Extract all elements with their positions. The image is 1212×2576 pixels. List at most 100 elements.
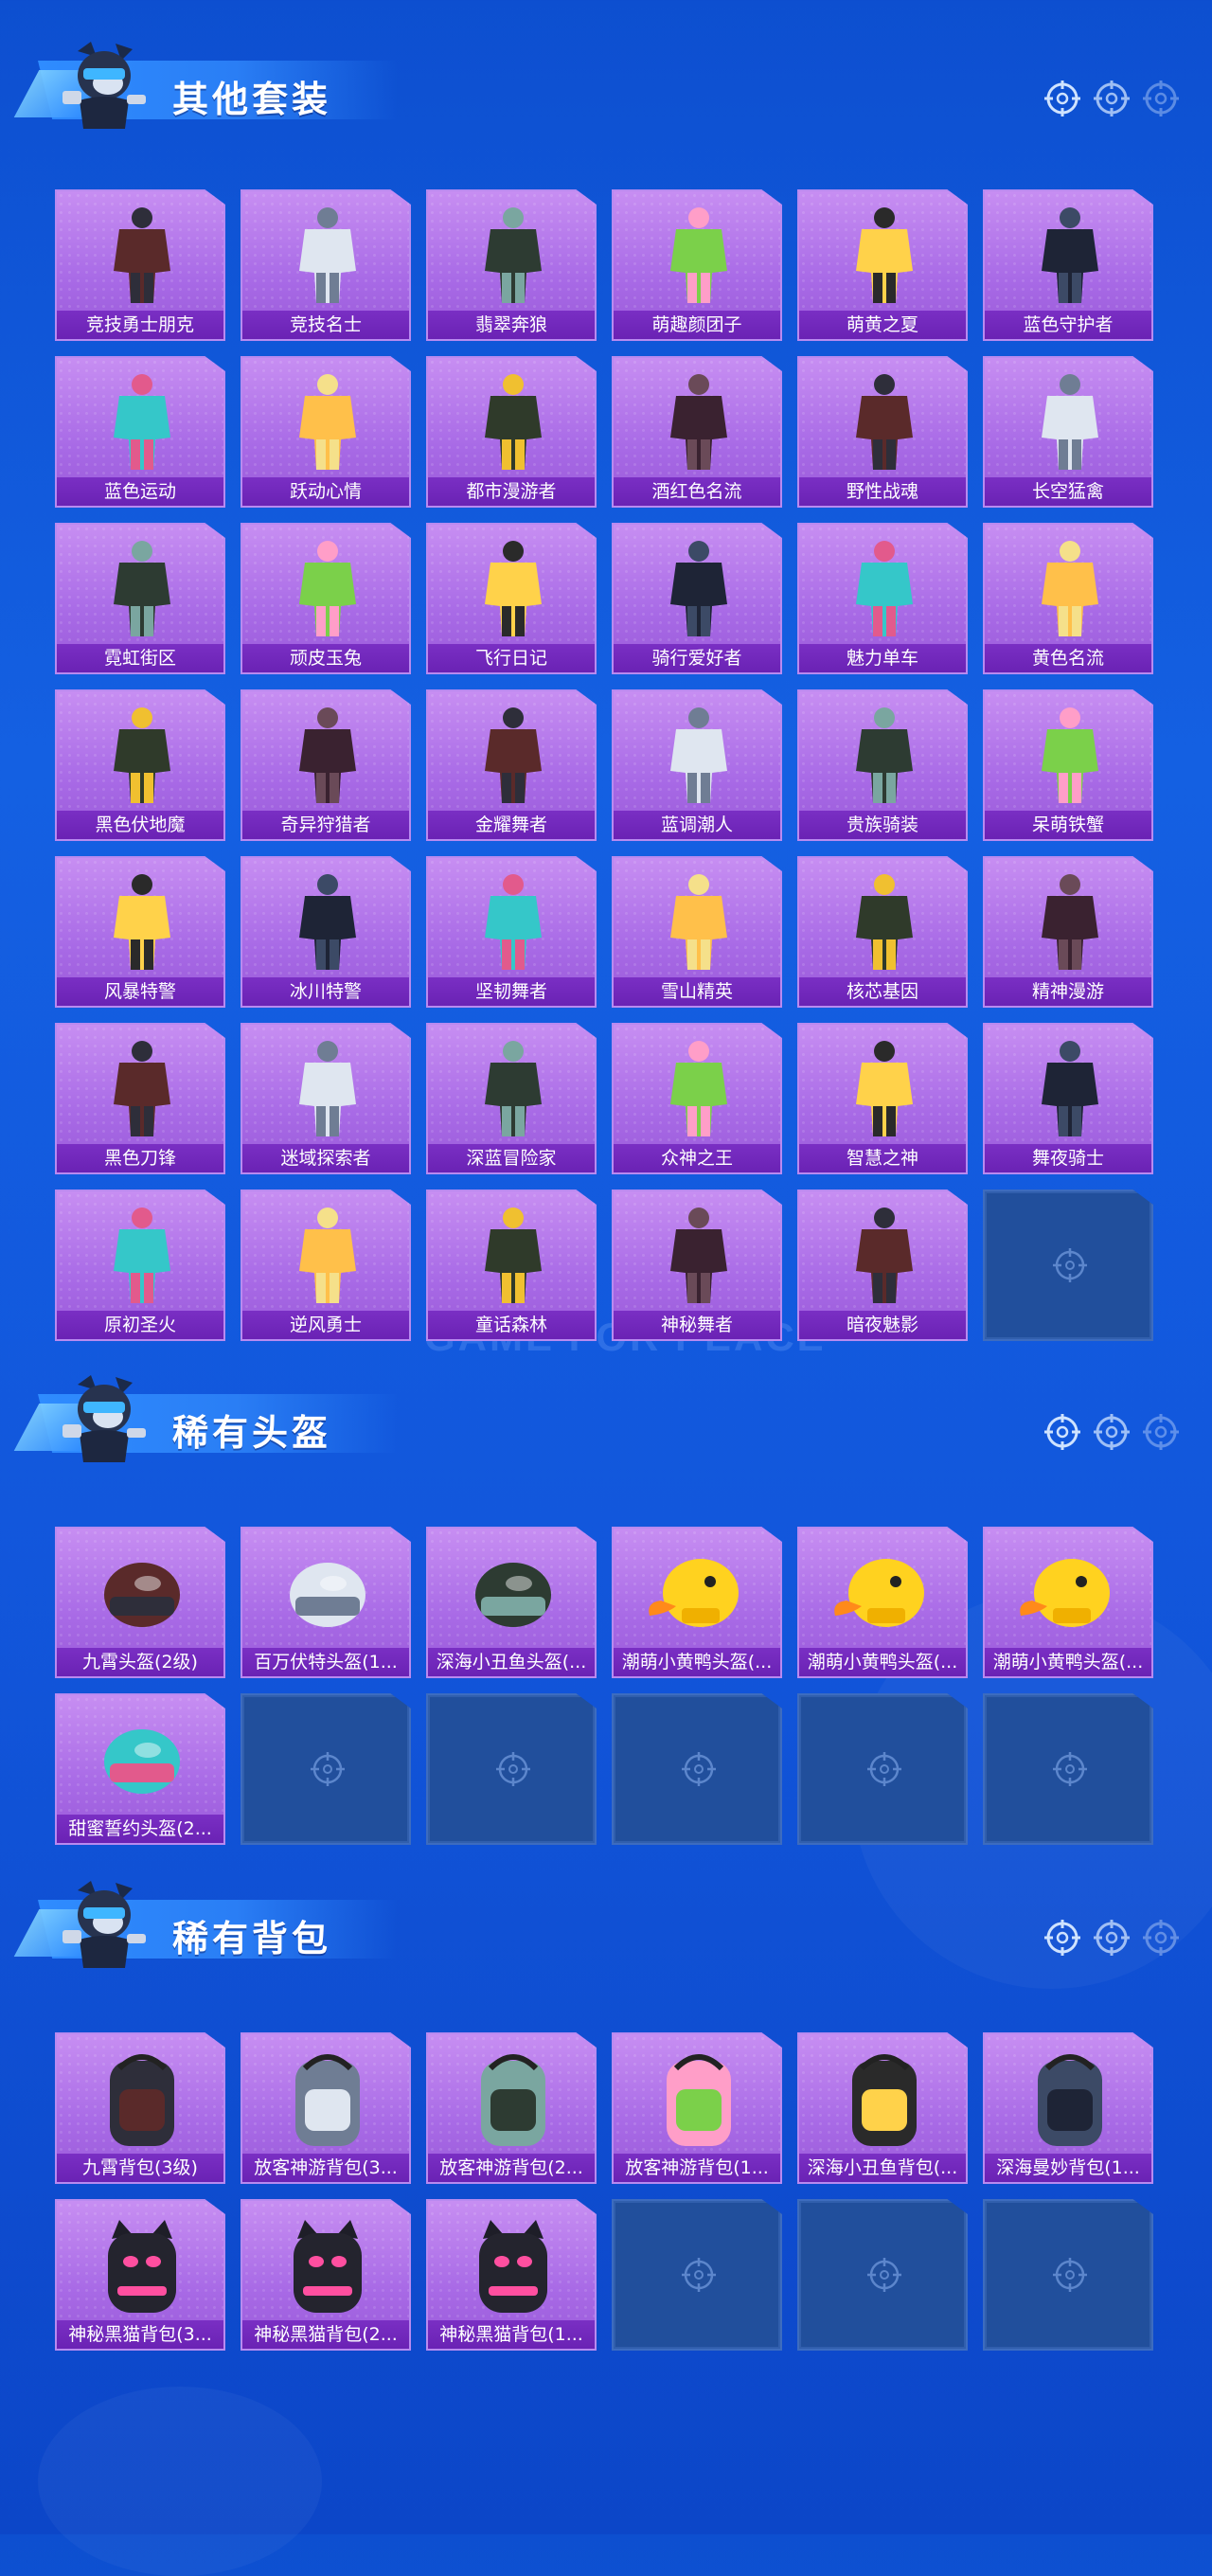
item-card[interactable]: 霓虹街区	[55, 523, 225, 674]
item-card[interactable]: 潮萌小黄鸭头盔(...	[983, 1527, 1153, 1678]
item-card[interactable]: 深蓝冒险家	[426, 1023, 597, 1174]
outfit-icon	[114, 374, 170, 470]
item-card[interactable]: 神秘舞者	[612, 1190, 782, 1341]
item-card[interactable]: 呆萌铁蟹	[983, 689, 1153, 841]
empty-slot	[983, 2199, 1153, 2351]
outfit-icon	[670, 707, 727, 803]
item-card[interactable]: 童话森林	[426, 1190, 597, 1341]
crosshair-icon	[1142, 80, 1180, 117]
section-header: 稀有头盔	[0, 1368, 1212, 1472]
crosshair-icon	[682, 2258, 716, 2292]
outfit-icon	[299, 541, 356, 636]
item-label: 神秘黑猫背包(3...	[57, 2320, 223, 2349]
item-card[interactable]: 甜蜜誓约头盔(2...	[55, 1693, 225, 1845]
item-card[interactable]: 深海小丑鱼头盔(...	[426, 1527, 597, 1678]
item-card[interactable]: 原初圣火	[55, 1190, 225, 1341]
section-other-outfits: 其他套装 竞技勇士朋克 竞技名士 翡翠奔狼 萌趣颜团子 萌黄之夏 蓝色守护者 蓝色运动 跃动心…	[0, 34, 1212, 1341]
item-label: 风暴特警	[57, 977, 223, 1006]
item-card[interactable]: 雪山精英	[612, 856, 782, 1008]
section-title: 稀有头盔	[172, 1412, 332, 1454]
item-card[interactable]: 萌趣颜团子	[612, 189, 782, 341]
item-label: 放客神游背包(3...	[242, 2154, 409, 2182]
item-card[interactable]: 坚韧舞者	[426, 856, 597, 1008]
item-card[interactable]: 逆风勇士	[241, 1190, 411, 1341]
item-card[interactable]: 顽皮玉兔	[241, 523, 411, 674]
outfit-icon	[856, 1041, 913, 1136]
item-card[interactable]: 潮萌小黄鸭头盔(...	[797, 1527, 968, 1678]
outfit-icon	[299, 207, 356, 303]
item-card[interactable]: 蓝色守护者	[983, 189, 1153, 341]
outfit-icon	[856, 207, 913, 303]
item-card[interactable]: 舞夜骑士	[983, 1023, 1153, 1174]
item-card[interactable]: 蓝调潮人	[612, 689, 782, 841]
duck-helmet-icon	[1020, 1559, 1110, 1627]
item-card[interactable]: 深海小丑鱼背包(...	[797, 2032, 968, 2184]
backpack-icon	[110, 2054, 174, 2146]
item-card[interactable]: 众神之王	[612, 1023, 782, 1174]
item-label: 神秘黑猫背包(1...	[428, 2320, 595, 2349]
item-label: 飞行日记	[428, 644, 595, 672]
empty-slot	[612, 1693, 782, 1845]
item-label: 翡翠奔狼	[428, 311, 595, 339]
item-label: 贵族骑装	[799, 811, 966, 839]
item-card[interactable]: 跃动心情	[241, 356, 411, 508]
crosshair-icon	[1053, 1248, 1087, 1282]
item-card[interactable]: 迷域探索者	[241, 1023, 411, 1174]
item-card[interactable]: 酒红色名流	[612, 356, 782, 508]
item-card[interactable]: 精神漫游	[983, 856, 1153, 1008]
item-card[interactable]: 长空猛禽	[983, 356, 1153, 508]
backpack-icon	[481, 2054, 545, 2146]
item-card[interactable]: 放客神游背包(3...	[241, 2032, 411, 2184]
item-card[interactable]: 黑色伏地魔	[55, 689, 225, 841]
item-card[interactable]: 竞技名士	[241, 189, 411, 341]
item-card[interactable]: 神秘黑猫背包(1...	[426, 2199, 597, 2351]
helmet-icon	[104, 1563, 180, 1627]
item-card[interactable]: 百万伏特头盔(1...	[241, 1527, 411, 1678]
helmet-icon	[475, 1563, 551, 1627]
item-card[interactable]: 黄色名流	[983, 523, 1153, 674]
item-card[interactable]: 都市漫游者	[426, 356, 597, 508]
item-card[interactable]: 深海曼妙背包(1...	[983, 2032, 1153, 2184]
item-card[interactable]: 潮萌小黄鸭头盔(...	[612, 1527, 782, 1678]
item-label: 萌趣颜团子	[614, 311, 780, 339]
item-card[interactable]: 黑色刀锋	[55, 1023, 225, 1174]
item-label: 雪山精英	[614, 977, 780, 1006]
item-card[interactable]: 神秘黑猫背包(3...	[55, 2199, 225, 2351]
crosshair-icon	[1043, 80, 1081, 117]
item-card[interactable]: 飞行日记	[426, 523, 597, 674]
crosshair-icon	[1053, 2258, 1087, 2292]
empty-slot	[983, 1693, 1153, 1845]
item-card[interactable]: 放客神游背包(1...	[612, 2032, 782, 2184]
duck-helmet-icon	[834, 1559, 924, 1627]
item-card[interactable]: 魅力单车	[797, 523, 968, 674]
item-card[interactable]: 蓝色运动	[55, 356, 225, 508]
section-rare-backpacks: 稀有背包 九霄背包(3级) 放客神游背包(3... 放客神游背包(2... 放客神游背…	[0, 1873, 1212, 2351]
backpack-icon	[667, 2054, 731, 2146]
item-card[interactable]: 萌黄之夏	[797, 189, 968, 341]
item-card[interactable]: 风暴特警	[55, 856, 225, 1008]
item-label: 冰川特警	[242, 977, 409, 1006]
item-card[interactable]: 骑行爱好者	[612, 523, 782, 674]
item-card[interactable]: 神秘黑猫背包(2...	[241, 2199, 411, 2351]
item-card[interactable]: 野性战魂	[797, 356, 968, 508]
outfit-icon	[485, 541, 542, 636]
item-card[interactable]: 智慧之神	[797, 1023, 968, 1174]
item-card[interactable]: 奇异狩猎者	[241, 689, 411, 841]
item-label: 逆风勇士	[242, 1311, 409, 1339]
item-card[interactable]: 九霄背包(3级)	[55, 2032, 225, 2184]
item-card[interactable]: 竞技勇士朋克	[55, 189, 225, 341]
item-card[interactable]: 贵族骑装	[797, 689, 968, 841]
item-card[interactable]: 翡翠奔狼	[426, 189, 597, 341]
item-card[interactable]: 冰川特警	[241, 856, 411, 1008]
crosshair-icon	[1093, 1413, 1131, 1451]
item-card[interactable]: 金耀舞者	[426, 689, 597, 841]
item-card[interactable]: 九霄头盔(2级)	[55, 1527, 225, 1678]
item-card[interactable]: 核芯基因	[797, 856, 968, 1008]
outfit-icon	[1042, 874, 1098, 970]
item-label: 深海小丑鱼背包(...	[799, 2154, 966, 2182]
item-card[interactable]: 放客神游背包(2...	[426, 2032, 597, 2184]
item-card[interactable]: 暗夜魅影	[797, 1190, 968, 1341]
crosshair-icon	[1093, 1919, 1131, 1957]
crosshair-icon	[1142, 1413, 1180, 1451]
item-label: 骑行爱好者	[614, 644, 780, 672]
